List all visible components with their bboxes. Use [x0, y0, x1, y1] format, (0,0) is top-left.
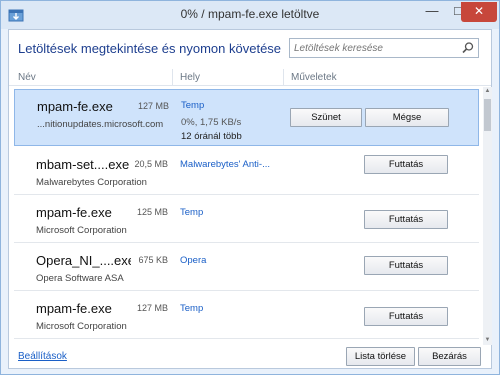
file-size: 125 MB: [136, 207, 168, 217]
file-source: Opera Software ASA: [36, 273, 124, 284]
clear-list-button[interactable]: Lista törlése: [346, 347, 415, 366]
column-actions: Műveletek: [291, 72, 337, 83]
downloads-panel: Letöltések megtekintése és nyomon követé…: [8, 29, 492, 369]
search-input[interactable]: [294, 41, 456, 55]
search-box[interactable]: [289, 38, 479, 58]
file-location-link[interactable]: Malwarebytes' Anti-...: [180, 159, 270, 170]
file-size: 127 MB: [136, 303, 168, 313]
search-icon[interactable]: [461, 41, 475, 55]
download-row[interactable]: mbam-set....exe 20,5 MB Malwarebytes Cor…: [14, 148, 479, 195]
file-name: mpam-fe.exe: [36, 205, 112, 220]
scroll-up-arrow-icon[interactable]: ▲: [483, 87, 492, 96]
file-source: Microsoft Corporation: [36, 321, 127, 332]
column-location[interactable]: Hely: [180, 72, 200, 83]
file-name: Opera_NI_....exe: [36, 253, 131, 268]
downloads-window: 0% / mpam-fe.exe letöltve — □ ✕ Letöltés…: [0, 0, 500, 375]
downloads-list: mpam-fe.exe 127 MB ...nitionupdates.micr…: [9, 87, 481, 345]
run-button[interactable]: Futtatás: [364, 210, 448, 229]
file-size: 20,5 MB: [134, 159, 168, 169]
scroll-thumb[interactable]: [484, 99, 491, 131]
run-button[interactable]: Futtatás: [364, 307, 448, 326]
column-divider: [172, 69, 173, 86]
close-button[interactable]: Bezárás: [418, 347, 481, 366]
download-row[interactable]: mpam-fe.exe 127 MB Microsoft Corporation…: [14, 292, 479, 339]
minimize-button[interactable]: —: [419, 2, 445, 22]
file-name: mpam-fe.exe: [36, 301, 112, 316]
run-button[interactable]: Futtatás: [364, 256, 448, 275]
file-source: Microsoft Corporation: [36, 225, 127, 236]
file-source: Malwarebytes Corporation: [36, 177, 147, 188]
vertical-scrollbar[interactable]: ▲ ▼: [483, 87, 492, 345]
title-bar[interactable]: 0% / mpam-fe.exe letöltve — □ ✕: [1, 1, 499, 29]
file-location-link[interactable]: Temp: [180, 207, 203, 218]
column-divider: [283, 69, 284, 86]
settings-link[interactable]: Beállítások: [18, 351, 67, 362]
column-name[interactable]: Név: [18, 72, 36, 83]
file-location-link[interactable]: Opera: [180, 255, 206, 266]
cancel-button[interactable]: Mégse: [365, 108, 449, 127]
footer-bar: Beállítások Lista törlése Bezárás: [9, 345, 491, 368]
download-status: 0%, 1,75 KB/s: [181, 117, 242, 128]
page-title: Letöltések megtekintése és nyomon követé…: [18, 41, 282, 56]
time-remaining: 12 óránál több: [181, 131, 242, 142]
download-row[interactable]: mpam-fe.exe 127 MB ...nitionupdates.micr…: [14, 89, 479, 146]
column-header: Név Hely Műveletek: [9, 69, 491, 86]
file-location-link[interactable]: Temp: [181, 100, 204, 111]
file-location-link[interactable]: Temp: [180, 303, 203, 314]
file-source: ...nitionupdates.microsoft.com: [37, 119, 164, 130]
file-name: mbam-set....exe: [36, 157, 130, 172]
run-button[interactable]: Futtatás: [364, 155, 448, 174]
pause-button[interactable]: Szünet: [290, 108, 362, 127]
download-row[interactable]: mpam-fe.exe 125 MB Microsoft Corporation…: [14, 196, 479, 243]
file-size: 675 KB: [138, 255, 168, 265]
close-window-button[interactable]: ✕: [461, 2, 497, 22]
file-name: mpam-fe.exe: [37, 99, 113, 114]
scroll-down-arrow-icon[interactable]: ▼: [483, 336, 492, 345]
download-row[interactable]: Opera_NI_....exe 675 KB Opera Software A…: [14, 244, 479, 291]
file-size: 127 MB: [137, 101, 169, 111]
